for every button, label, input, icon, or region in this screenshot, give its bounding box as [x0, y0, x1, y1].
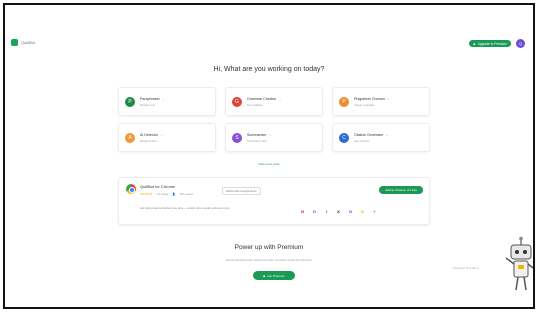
facebook-icon: f	[325, 209, 328, 214]
chrome-icon	[126, 184, 136, 194]
tool-title: Grammar Checker	[247, 96, 277, 101]
citation-icon: C	[339, 132, 349, 143]
chevron-down-icon: ⌄	[268, 132, 272, 137]
tool-subtitle: Fix mistakes	[247, 102, 263, 107]
extension-card: QuillBot for Chrome ★★★★★ 4.6 rating 👤 5…	[118, 177, 430, 225]
extension-title: QuillBot for Chrome	[140, 184, 176, 189]
upgrade-button[interactable]: ◆ Upgrade to Premium	[469, 40, 511, 47]
help-note: Need help? Chat with us	[453, 267, 480, 270]
tool-title: Summarizer	[247, 132, 267, 137]
ai-detector-icon: A	[125, 132, 135, 143]
extension-users: 5M+ users	[179, 192, 193, 196]
gmail-icon: M	[300, 209, 305, 214]
extension-rating: 4.6 rating	[156, 192, 169, 196]
tool-subtitle: Cite sources	[354, 138, 370, 143]
tool-card-grammar-checker[interactable]: G Grammar Checker ⌄ Fix mistakes	[225, 87, 323, 116]
chevron-down-icon: ⌄	[387, 96, 391, 101]
app-window: QuillBot ◆ Upgrade to Premium Q Hi, What…	[3, 3, 535, 309]
chevron-down-icon: ⌄	[385, 132, 389, 137]
tool-title: Citation Generator	[354, 132, 384, 137]
extension-meta: ★★★★★ 4.6 rating 👤 5M+ users	[140, 192, 193, 196]
brand-logo[interactable]: QuillBot	[11, 39, 35, 46]
brand-name: QuillBot	[21, 40, 36, 45]
diamond-icon: ◆	[263, 273, 266, 278]
tool-card-paraphraser[interactable]: P Paraphraser ⌄ Rewrite text	[118, 87, 216, 116]
tool-subtitle: Summarize text	[247, 138, 267, 143]
docs-icon: D	[313, 209, 316, 214]
summarizer-icon: S	[232, 132, 242, 143]
supported-sites: M D f X O N +	[300, 209, 377, 214]
outlook-icon: O	[348, 209, 353, 214]
page-title: Hi, What are you working on today?	[213, 66, 325, 73]
x-icon: X	[337, 209, 340, 214]
notes-icon: N	[361, 209, 364, 214]
quillbot-logo-icon	[11, 39, 18, 46]
get-premium-label: Get Premium	[267, 273, 285, 278]
grammar-icon: G	[232, 96, 242, 107]
get-premium-button[interactable]: ◆ Get Premium	[253, 271, 295, 280]
robot-mascot-icon[interactable]	[503, 236, 535, 294]
tool-card-ai-detector[interactable]: A AI Detector ⌄ Detect AI text	[118, 123, 216, 152]
plus-icon: +	[373, 209, 376, 214]
view-more-link[interactable]: View more tools	[5, 162, 533, 166]
plagiarism-icon: P	[339, 96, 349, 107]
add-to-chrome-button[interactable]: Add to Chrome. It's free	[379, 186, 423, 194]
star-rating-icon: ★★★★★	[140, 192, 153, 196]
tool-subtitle: Detect AI text	[140, 138, 157, 143]
google-docs-chip: Works with Google Docs	[222, 187, 261, 195]
tool-card-summarizer[interactable]: S Summarizer ⌄ Summarize text	[225, 123, 323, 152]
tool-title: Plagiarism Checker	[354, 96, 386, 101]
premium-subtitle: Unlock unlimited words, advanced modes, …	[225, 259, 313, 262]
tool-grid: P Paraphraser ⌄ Rewrite text G Grammar Ch…	[118, 87, 430, 152]
tool-subtitle: Check originality	[354, 102, 375, 107]
tool-title: AI Detector	[140, 132, 158, 137]
tool-card-citation-generator[interactable]: C Citation Generator ⌄ Cite sources	[332, 123, 430, 152]
avatar[interactable]: Q	[516, 39, 525, 48]
chevron-down-icon: ⌄	[161, 96, 165, 101]
tool-card-plagiarism-checker[interactable]: P Plagiarism Checker ⌄ Check originality	[332, 87, 430, 116]
tool-title: Paraphraser	[140, 96, 160, 101]
extension-description: Get writing help everywhere you write — …	[140, 207, 230, 210]
paraphrase-icon: P	[125, 96, 135, 107]
chevron-down-icon: ⌄	[159, 132, 163, 137]
upgrade-label: Upgrade to Premium	[477, 41, 507, 46]
premium-title: Power up with Premium	[234, 244, 304, 251]
user-icon: 👤	[172, 192, 176, 196]
chevron-down-icon: ⌄	[278, 96, 282, 101]
tool-subtitle: Rewrite text	[140, 102, 155, 107]
diamond-icon: ◆	[473, 41, 476, 46]
